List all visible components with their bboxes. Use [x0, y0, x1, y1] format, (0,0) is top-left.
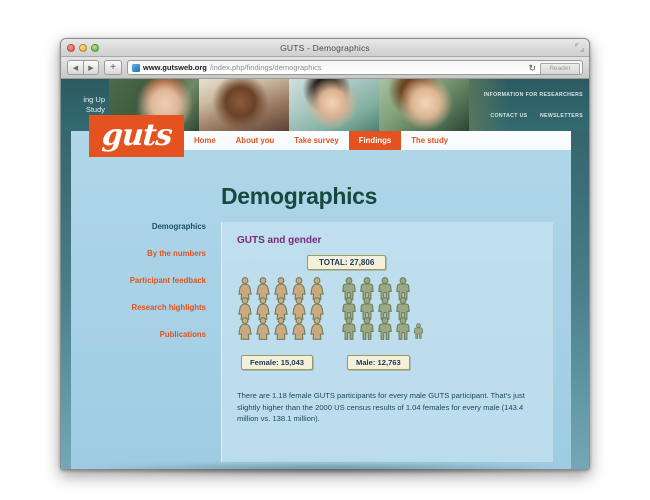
pictogram-figure	[255, 317, 271, 340]
male-figure-row	[341, 317, 424, 340]
favicon-icon	[132, 63, 140, 72]
window-traffic-lights	[67, 43, 99, 52]
pictogram-figure	[377, 317, 393, 340]
pictogram-figure	[273, 317, 289, 340]
nav-item-take-survey[interactable]: Take survey	[284, 131, 349, 150]
link-information-for-researchers[interactable]: INFORMATION FOR RESEARCHERS	[484, 92, 583, 98]
male-group: Male: 12,763	[341, 277, 424, 370]
nav-item-findings[interactable]: Findings	[348, 131, 402, 150]
female-figure-row	[237, 317, 325, 340]
hero-photo-2	[199, 79, 289, 131]
male-figure-icon	[396, 317, 410, 340]
hero-photo-4	[379, 79, 469, 131]
pictogram-figure	[237, 317, 253, 340]
reader-button[interactable]: Reader	[540, 62, 580, 74]
sidebar-item-publications[interactable]: Publications	[71, 330, 206, 340]
nav-item-about-you[interactable]: About you	[226, 131, 285, 150]
female-label: Female: 15,043	[241, 355, 314, 370]
nav-button-group: ◀ ▶	[67, 60, 99, 75]
section-sidebar: Demographics By the numbers Participant …	[71, 222, 216, 357]
site-logo[interactable]: guts	[89, 115, 184, 157]
main-navigation: Home About you Take survey Findings The …	[184, 131, 571, 150]
reload-icon[interactable]: ↻	[528, 63, 536, 74]
female-figure-icon	[292, 317, 306, 340]
utility-links: INFORMATION FOR RESEARCHERS CONTACT US N…	[482, 83, 583, 122]
sidebar-item-research-highlights[interactable]: Research highlights	[71, 303, 206, 313]
address-bar[interactable]: www.gutsweb.org /index.php/findings/demo…	[127, 60, 583, 75]
nav-item-the-study[interactable]: The study	[401, 131, 458, 150]
pictogram-figure	[395, 317, 411, 340]
browser-toolbar: ◀ ▶ + www.gutsweb.org /index.php/finding…	[61, 57, 589, 79]
pictogram-groups: Female: 15,043 Male: 12,763	[237, 277, 538, 370]
study-name-line2: Study	[85, 105, 105, 114]
link-newsletters[interactable]: NEWSLETTERS	[540, 113, 583, 119]
hero-right-panel: INFORMATION FOR RESEARCHERS CONTACT US N…	[469, 79, 589, 131]
sidebar-item-participant-feedback[interactable]: Participant feedback	[71, 276, 206, 286]
pictogram-figure	[341, 317, 357, 340]
sidebar-item-demographics[interactable]: Demographics	[71, 222, 206, 232]
female-group: Female: 15,043	[237, 277, 325, 370]
female-figure-icon	[256, 317, 270, 340]
female-figure-icon	[274, 317, 288, 340]
study-name-line1: ing Up	[83, 95, 105, 104]
page-title: Demographics	[221, 183, 378, 209]
total-label: TOTAL: 27,806	[307, 255, 387, 270]
sidebar-item-by-the-numbers[interactable]: By the numbers	[71, 249, 206, 259]
pictogram-figure	[309, 317, 325, 340]
window-drop-shadow	[70, 462, 580, 476]
panel-title: GUTS and gender	[237, 235, 322, 246]
pictogram-figure	[359, 317, 375, 340]
findings-body-text: There are 1.18 female GUTS participants …	[237, 391, 525, 423]
new-tab-button[interactable]: +	[104, 60, 122, 75]
gender-pictogram-chart: TOTAL: 27,806 Female: 15,043 Male: 12,76…	[237, 255, 538, 383]
male-figure-icon	[342, 317, 356, 340]
link-contact-us[interactable]: CONTACT US	[490, 113, 527, 119]
male-figure-icon	[378, 317, 392, 340]
url-path: /index.php/findings/demographics	[209, 63, 322, 72]
pictogram-figure	[291, 317, 307, 340]
male-figure-icon	[413, 323, 424, 339]
zoom-window-button[interactable]	[91, 43, 99, 52]
female-figure-icon	[310, 317, 324, 340]
pictogram-figure	[413, 323, 424, 339]
fullscreen-icon[interactable]	[575, 43, 584, 52]
window-title: GUTS - Demographics	[280, 42, 370, 53]
logo-text: guts	[100, 118, 173, 153]
browser-titlebar[interactable]: GUTS - Demographics	[61, 39, 589, 57]
browser-window: GUTS - Demographics ◀ ▶ + www.gutsweb.or…	[60, 38, 590, 470]
content-area: Demographics Demographics By the numbers…	[71, 150, 571, 469]
hero-photo-3	[289, 79, 379, 131]
male-label: Male: 12,763	[347, 355, 410, 370]
page-left-gutter	[61, 79, 71, 469]
female-figure-icon	[238, 317, 252, 340]
back-button[interactable]: ◀	[67, 60, 83, 75]
close-window-button[interactable]	[67, 43, 75, 52]
male-figure-icon	[360, 317, 374, 340]
web-page: ing Up Study INFORMATION FOR RESEARCHERS…	[61, 79, 589, 469]
findings-panel: GUTS and gender TOTAL: 27,806 Female: 15…	[221, 222, 553, 462]
page-right-gutter	[571, 79, 589, 469]
url-domain: www.gutsweb.org	[143, 63, 207, 72]
nav-item-home[interactable]: Home	[184, 131, 226, 150]
forward-button[interactable]: ▶	[83, 60, 99, 75]
minimize-window-button[interactable]	[79, 43, 87, 52]
